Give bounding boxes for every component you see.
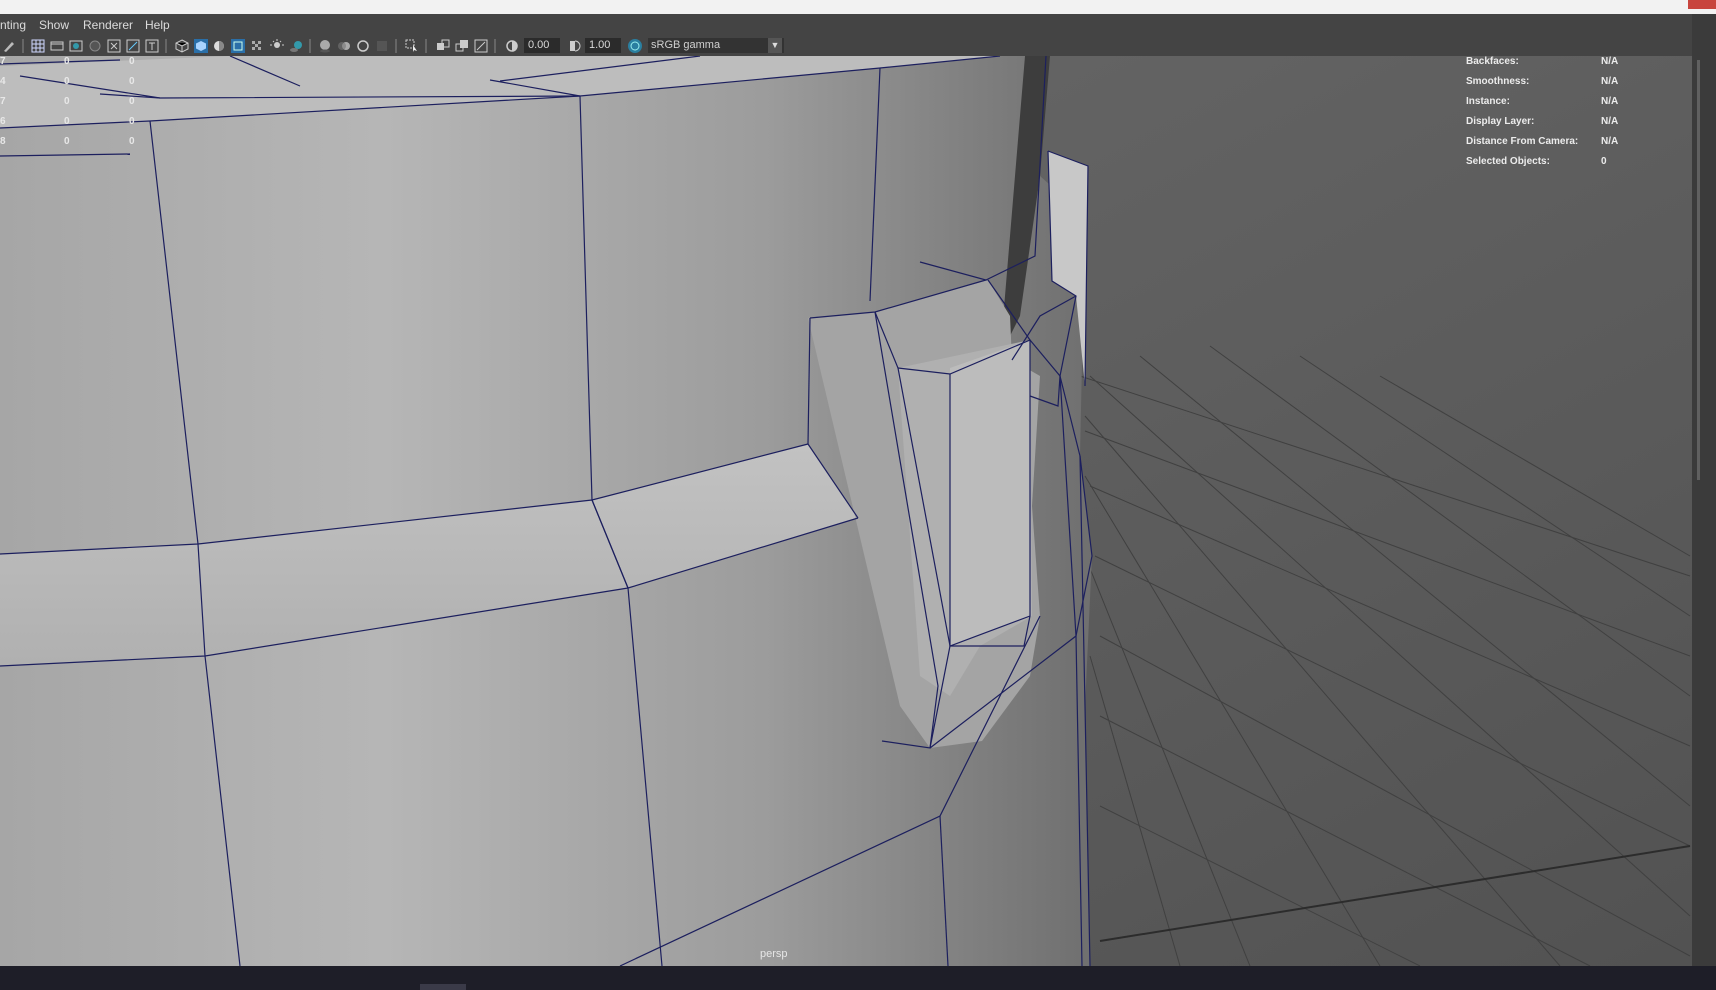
use-lights-icon[interactable]	[270, 39, 284, 53]
hud-left-cell: 0	[129, 136, 135, 147]
color-space-select[interactable]: sRGB gamma ▼	[648, 38, 784, 53]
color-management-icon[interactable]	[627, 38, 643, 54]
scrollbar-thumb[interactable]	[1697, 60, 1700, 480]
shade-icon[interactable]	[231, 39, 245, 53]
color-space-value: sRGB gamma	[651, 39, 721, 51]
hud-left-cell: 0	[64, 76, 70, 87]
hud-left-cell: 0	[64, 136, 70, 147]
hud-left-cell: 0	[129, 96, 135, 107]
3d-viewport[interactable]: 7 0 0 4 0 0 7 0 0 6 0 0 8 0 0 Backfaces:…	[0, 56, 1692, 966]
hud-distance-label: Distance From Camera:	[1466, 136, 1579, 147]
hud-display-layer-value: N/A	[1601, 116, 1619, 127]
xray-active-icon[interactable]	[455, 39, 469, 53]
os-taskbar	[0, 966, 1716, 990]
hud-instance-label: Instance:	[1466, 96, 1510, 107]
camera-attr-icon[interactable]	[88, 39, 102, 53]
close-button[interactable]	[1688, 0, 1716, 9]
exposure-icon[interactable]	[505, 39, 519, 53]
menu-lighting[interactable]: nting	[0, 18, 26, 32]
toolbar-divider	[425, 39, 427, 53]
toolbar-divider	[494, 39, 496, 53]
taskbar-item[interactable]	[420, 984, 466, 990]
xray-joints-icon[interactable]	[436, 39, 450, 53]
smooth-shade-icon[interactable]	[194, 39, 208, 53]
toolbar-divider	[309, 39, 311, 53]
toolbar-divider	[165, 39, 167, 53]
hud-distance-value: N/A	[1601, 136, 1619, 147]
hud-left-cell: 4	[0, 76, 6, 87]
menu-help[interactable]: Help	[145, 18, 170, 32]
hud-selected-objects-label: Selected Objects:	[1466, 156, 1550, 167]
hud-backfaces-value: N/A	[1601, 56, 1619, 67]
pencil-icon[interactable]	[2, 39, 16, 53]
panel-toolbar: 0.00 1.00 sRGB gamma ▼	[0, 36, 1692, 57]
antialias-icon[interactable]	[356, 39, 370, 53]
gamma-field[interactable]: 1.00	[585, 38, 621, 53]
film-gate-icon[interactable]	[50, 39, 64, 53]
hud-left-cell: 7	[0, 96, 6, 107]
hud-left-cell: 0	[64, 56, 70, 67]
menu-bar: nting Show Renderer Help	[0, 14, 1692, 36]
hud-left-cell: 6	[0, 116, 6, 127]
right-scroll-region[interactable]	[1692, 14, 1716, 966]
shadows-icon[interactable]	[289, 39, 303, 53]
default-material-icon[interactable]	[212, 39, 226, 53]
chevron-down-icon[interactable]: ▼	[768, 38, 782, 53]
hud-left-cell: 0	[64, 96, 70, 107]
viewport-scene	[0, 56, 1692, 966]
field-chart-icon[interactable]	[126, 39, 140, 53]
hud-left-cell: 0	[129, 76, 135, 87]
menu-show[interactable]: Show	[39, 18, 69, 32]
resolution-gate-icon[interactable]	[69, 39, 83, 53]
hud-instance-value: N/A	[1601, 96, 1619, 107]
backface-icon[interactable]	[474, 39, 488, 53]
window-titlebar	[0, 0, 1716, 14]
hud-display-layer-label: Display Layer:	[1466, 116, 1535, 127]
motion-blur-icon[interactable]	[337, 39, 351, 53]
hud-selected-objects-value: 0	[1601, 156, 1607, 167]
safe-title-icon[interactable]	[107, 39, 121, 53]
wireframe-icon[interactable]	[175, 39, 189, 53]
grid-icon[interactable]	[31, 39, 45, 53]
hud-left-cell: 7	[0, 56, 6, 67]
hud-left-cell: 0	[64, 116, 70, 127]
hud-smoothness-value: N/A	[1601, 76, 1619, 87]
toolbar-divider	[395, 39, 397, 53]
exposure-field[interactable]: 0.00	[524, 38, 560, 53]
textured-icon[interactable]	[250, 39, 264, 53]
isolate-select-icon[interactable]	[405, 39, 419, 53]
hud-left-cell: 8	[0, 136, 6, 147]
hud-left-cell: 0	[129, 116, 135, 127]
gamma-icon[interactable]	[567, 39, 581, 53]
hud-backfaces-label: Backfaces:	[1466, 56, 1519, 67]
depth-of-field-icon[interactable]	[375, 39, 389, 53]
hud-left-cell: 0	[129, 56, 135, 67]
toolbar-divider	[22, 39, 24, 53]
hud-smoothness-label: Smoothness:	[1466, 76, 1530, 87]
xray-icon[interactable]	[145, 39, 159, 53]
screen-space-ao-icon[interactable]	[318, 39, 332, 53]
menu-renderer[interactable]: Renderer	[83, 18, 133, 32]
camera-name-label: persp	[760, 948, 788, 960]
mesh-box-inner	[950, 340, 1030, 646]
